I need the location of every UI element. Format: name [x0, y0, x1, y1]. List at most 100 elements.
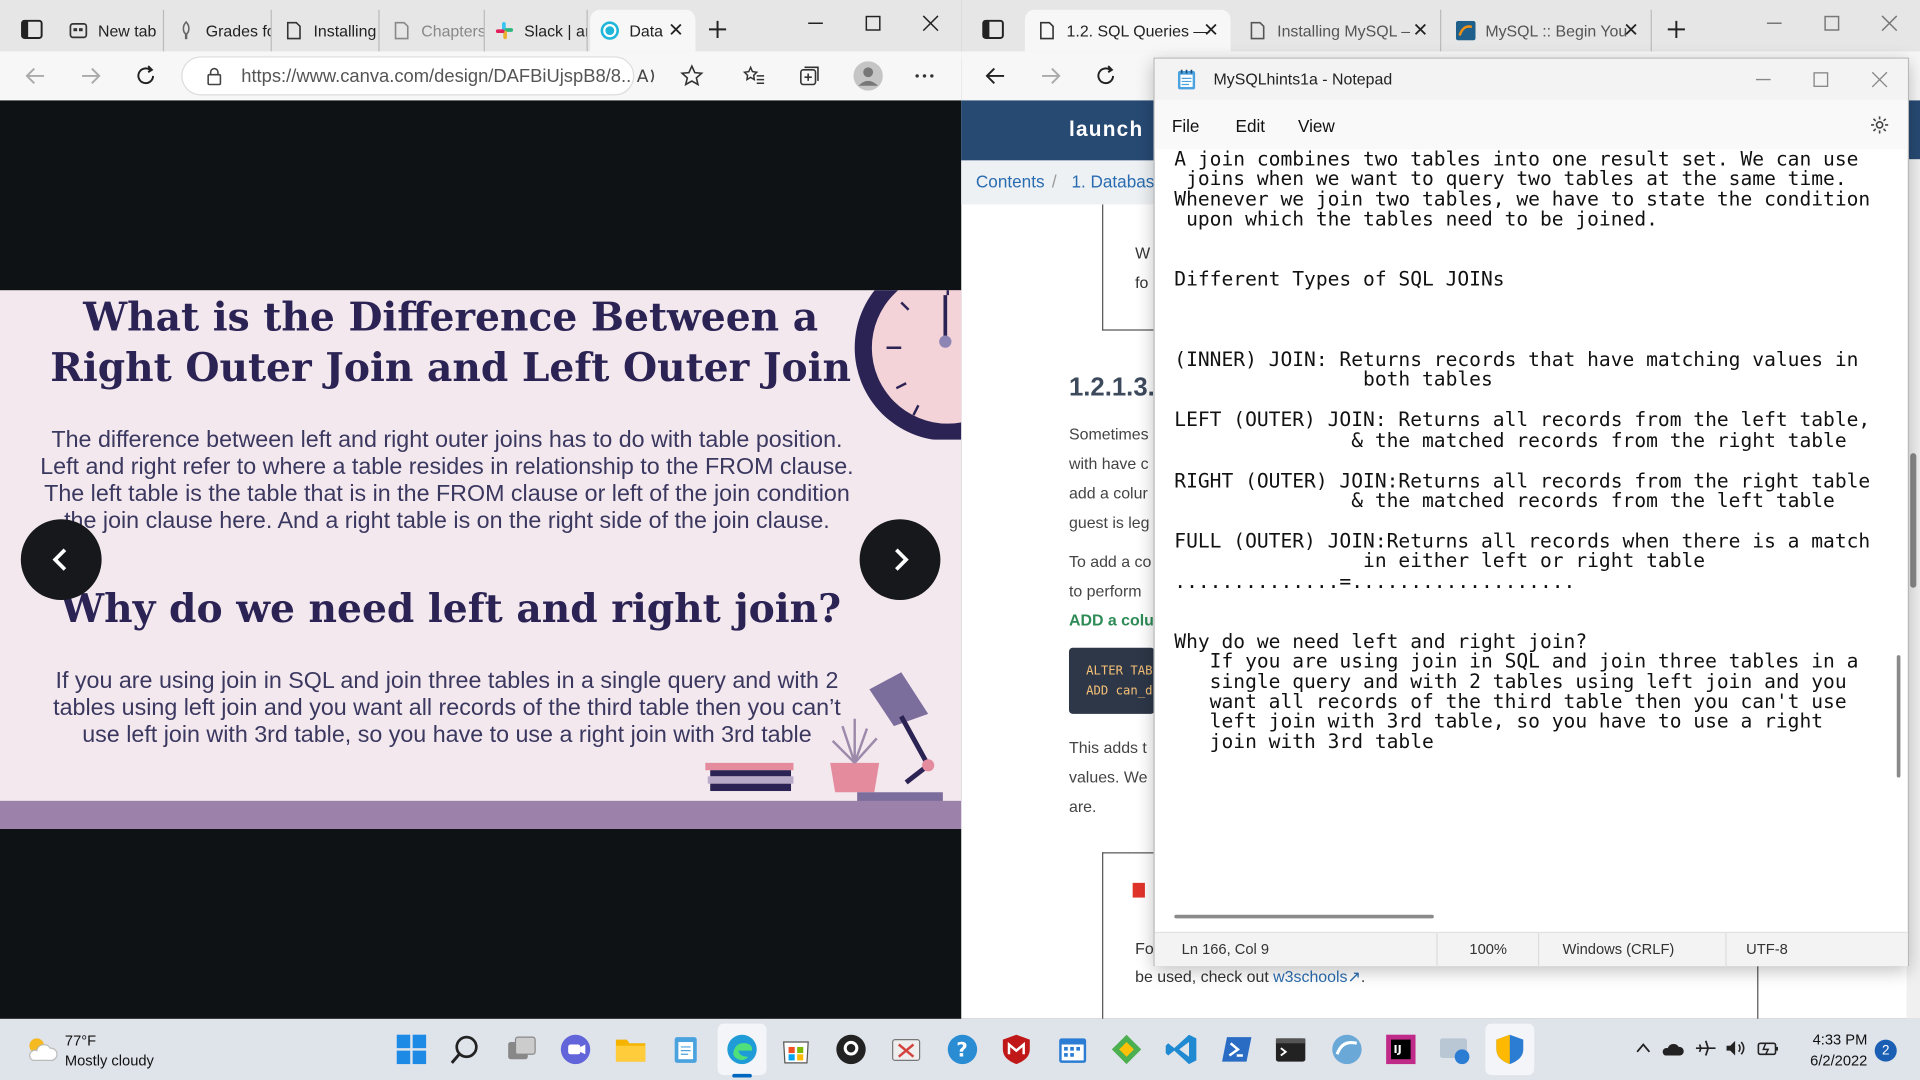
favorite-star-icon[interactable] [680, 64, 704, 88]
page-body-2: This adds t values. We are. [1069, 733, 1155, 821]
close-tab-icon[interactable] [1204, 22, 1219, 37]
intellij-icon[interactable]: IJ [1384, 1032, 1418, 1066]
notepad-vertical-scrollbar[interactable] [1896, 655, 1901, 778]
weather-cloud-icon[interactable] [24, 1036, 58, 1063]
tab-label: Slack | ar [524, 21, 588, 40]
help-icon[interactable]: ? [945, 1032, 979, 1066]
tab-grades[interactable]: Grades fo [167, 9, 272, 52]
chevron-up-icon[interactable] [1633, 1038, 1653, 1058]
slide-floor-band [0, 800, 962, 829]
w3schools-link[interactable]: w3schools [1273, 967, 1347, 985]
notepad-title: MySQLhints1a - Notepad [1213, 69, 1393, 89]
maximize-icon[interactable] [864, 15, 881, 32]
site-brand[interactable]: launch [1069, 118, 1143, 142]
refresh-icon[interactable] [1093, 64, 1117, 88]
tab-data-active[interactable]: Data [590, 9, 696, 52]
notepad-status-bar: Ln 166, Col 9 100% Windows (CRLF) UTF-8 [1154, 931, 1908, 968]
clock-time[interactable]: 4:33 PM [1799, 1031, 1868, 1048]
mcafee-icon[interactable] [999, 1032, 1033, 1066]
start-windows-icon[interactable] [394, 1032, 428, 1066]
maximize-icon[interactable] [1823, 15, 1840, 32]
close-tab-icon[interactable] [1624, 22, 1639, 37]
battery-icon[interactable] [1756, 1038, 1780, 1058]
favorites-icon[interactable] [742, 64, 766, 88]
mysql-workbench-icon[interactable] [1330, 1032, 1364, 1066]
powershell-icon[interactable] [1220, 1032, 1254, 1066]
notepad-taskbar-icon[interactable] [669, 1032, 703, 1066]
tab-mysql-begin[interactable]: MySQL :: Begin You [1444, 9, 1652, 52]
collections-icon[interactable] [797, 64, 821, 88]
file-explorer-icon[interactable] [613, 1032, 647, 1066]
code-line: ADD can_d [1086, 684, 1153, 698]
tab-new-tab[interactable]: New tab [59, 9, 165, 52]
new-tab-icon [69, 21, 89, 41]
edge-browser-icon[interactable] [725, 1032, 759, 1066]
tab-slack[interactable]: Slack | ar [485, 9, 588, 52]
warning-icon [1132, 882, 1145, 898]
forward-arrow-icon[interactable] [78, 64, 102, 88]
clock-date[interactable]: 6/2/2022 [1799, 1052, 1867, 1069]
git-app-icon[interactable] [1109, 1032, 1143, 1066]
tab-sql-queries-active[interactable]: 1.2. SQL Queries — [1024, 9, 1231, 52]
weather-description[interactable]: Mostly cloudy [65, 1052, 154, 1069]
page-icon [392, 21, 412, 41]
close-window-icon[interactable] [1871, 71, 1888, 88]
vscode-icon[interactable] [1164, 1032, 1198, 1066]
breadcrumb-databases[interactable]: 1. Databas [1071, 171, 1154, 191]
calendar-icon[interactable] [1056, 1032, 1090, 1066]
minimize-icon[interactable] [1766, 15, 1783, 32]
svg-text:?: ? [956, 1039, 967, 1062]
url-field[interactable]: https://www.canva.com/design/DAFBiUjspB8… [181, 56, 635, 96]
teams-chat-icon[interactable] [558, 1032, 592, 1066]
menu-view[interactable]: View [1298, 116, 1335, 136]
volume-icon[interactable] [1724, 1038, 1746, 1058]
airplane-mode-icon[interactable] [1695, 1038, 1717, 1058]
remote-desktop-icon[interactable] [1438, 1032, 1472, 1066]
tab-installing[interactable]: Installing [274, 9, 380, 52]
menu-file[interactable]: File [1172, 116, 1200, 136]
more-menu-icon[interactable] [912, 64, 936, 88]
notepad-text-area[interactable]: A join combines two tables into one resu… [1174, 149, 1870, 752]
close-tab-icon[interactable] [669, 22, 684, 37]
chevron-left-icon [52, 548, 67, 571]
read-aloud-icon[interactable]: A [636, 64, 660, 88]
microsoft-store-icon[interactable] [779, 1032, 813, 1066]
profile-avatar[interactable] [853, 61, 883, 91]
tab-actions-icon[interactable] [981, 17, 1005, 41]
notification-badge[interactable]: 2 [1874, 1039, 1897, 1062]
new-tab-plus-icon[interactable] [705, 17, 729, 41]
weather-temperature[interactable]: 77°F [65, 1032, 96, 1049]
tab-actions-icon[interactable] [20, 17, 44, 41]
maximize-icon[interactable] [1812, 71, 1829, 88]
minimize-icon[interactable] [807, 15, 824, 32]
terminal-icon[interactable] [1273, 1032, 1307, 1066]
scrollbar-thumb[interactable] [1910, 453, 1917, 588]
new-tab-plus-icon[interactable] [1664, 17, 1688, 41]
refresh-icon[interactable] [133, 64, 157, 88]
windows-security-shield-icon[interactable] [1493, 1032, 1527, 1066]
grades-icon [176, 20, 196, 41]
back-arrow-icon[interactable] [983, 64, 1007, 88]
notepad-horizontal-scrollbar[interactable] [1174, 914, 1434, 919]
search-icon[interactable] [448, 1032, 482, 1066]
tab-installing-mysql[interactable]: Installing MySQL – [1233, 9, 1442, 52]
minimize-icon[interactable] [1755, 71, 1772, 88]
close-window-icon[interactable] [922, 15, 939, 32]
settings-gear-icon[interactable] [1870, 115, 1890, 135]
next-slide-button[interactable] [859, 519, 941, 601]
breadcrumb-contents[interactable]: Contents [976, 171, 1045, 191]
status-line-endings: Windows (CRLF) [1562, 940, 1675, 958]
github-icon[interactable] [834, 1032, 868, 1066]
forward-arrow-icon[interactable] [1038, 64, 1062, 88]
close-window-icon[interactable] [1881, 15, 1898, 32]
onedrive-cloud-icon[interactable] [1660, 1038, 1684, 1058]
task-view-icon[interactable] [504, 1032, 538, 1066]
back-arrow-icon[interactable] [23, 64, 47, 88]
menu-edit[interactable]: Edit [1236, 116, 1266, 136]
snipping-tool-icon[interactable] [889, 1032, 923, 1066]
notepad-titlebar: MySQLhints1a - Notepad [1154, 58, 1908, 101]
previous-slide-button[interactable] [20, 519, 102, 601]
tab-chapters[interactable]: Chapters [382, 9, 485, 52]
close-tab-icon[interactable] [1413, 22, 1428, 37]
status-divider [1436, 933, 1438, 968]
